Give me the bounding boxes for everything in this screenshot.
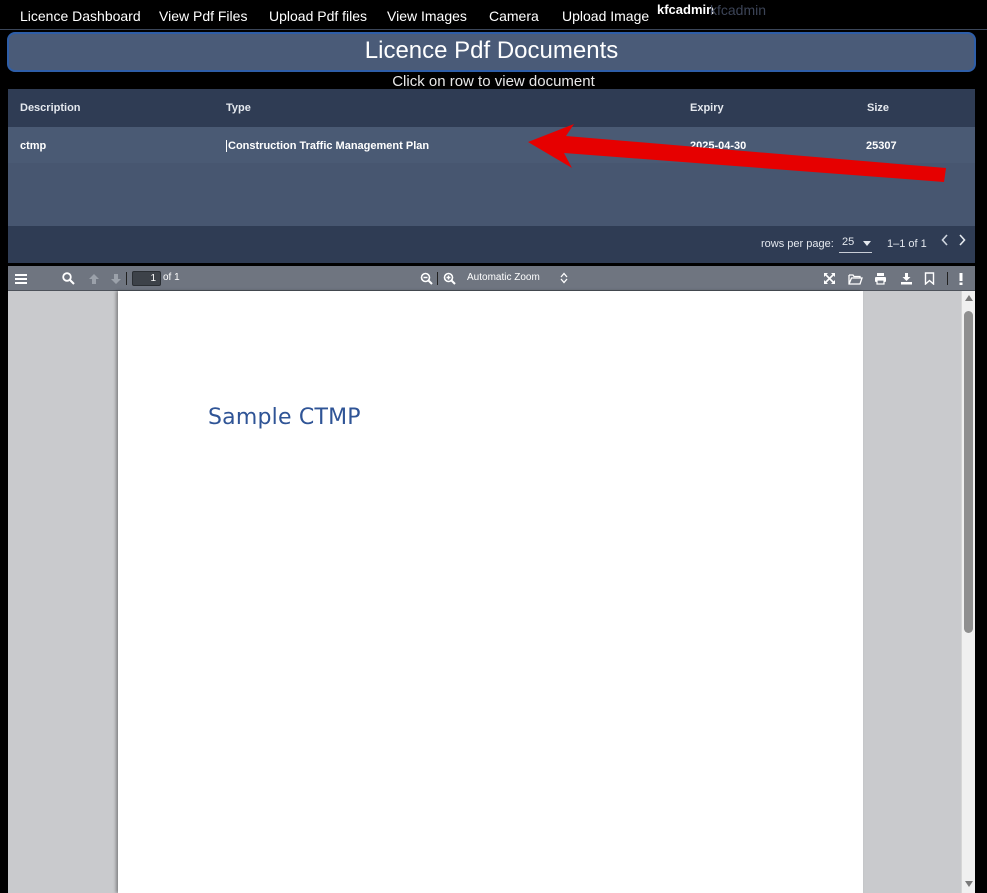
zoom-out-icon[interactable] <box>419 270 433 287</box>
search-icon[interactable] <box>61 270 75 287</box>
zoom-in-icon[interactable] <box>442 270 456 287</box>
download-icon[interactable] <box>899 270 913 287</box>
column-header-description[interactable]: Description <box>20 102 81 114</box>
print-icon[interactable] <box>873 270 887 287</box>
scrollbar-thumb[interactable] <box>964 311 973 633</box>
cell-description: ctmp <box>20 140 47 152</box>
nav-upload-pdf-files[interactable]: Upload Pdf files <box>269 8 367 24</box>
scroll-down-icon[interactable] <box>965 881 973 887</box>
top-nav: Licence Dashboard View Pdf Files Upload … <box>0 0 987 30</box>
next-page-icon[interactable] <box>109 270 123 287</box>
caret-down-icon <box>863 241 871 246</box>
nav-upload-image[interactable]: Upload Image <box>562 8 649 24</box>
column-header-expiry[interactable]: Expiry <box>690 102 724 114</box>
table-pagination: rows per page: 25 1–1 of 1 <box>8 226 975 263</box>
cell-type: Construction Traffic Management Plan <box>226 140 430 152</box>
username: kfcadmin <box>657 2 715 17</box>
pdf-page: Sample CTMP <box>118 291 863 893</box>
rows-per-page-label: rows per page: <box>761 238 834 250</box>
rows-per-page-select[interactable]: 25 <box>839 235 872 253</box>
scroll-up-icon[interactable] <box>965 295 973 301</box>
page-number-input[interactable]: 1 <box>132 271 161 286</box>
nav-camera[interactable]: Camera <box>489 8 539 24</box>
chevron-right-icon[interactable] <box>955 234 969 252</box>
zoom-value: Automatic Zoom <box>467 272 540 283</box>
nav-licence-dashboard[interactable]: Licence Dashboard <box>20 8 141 24</box>
open-file-icon[interactable] <box>847 270 863 287</box>
rows-per-page-value: 25 <box>842 236 855 248</box>
bookmark-icon[interactable] <box>922 270 936 287</box>
presentation-mode-icon[interactable] <box>822 270 836 287</box>
chevron-left-icon[interactable] <box>938 234 952 252</box>
page-title: Licence Pdf Documents <box>364 37 619 64</box>
zoom-select[interactable]: Automatic Zoom <box>460 270 568 287</box>
nav-view-pdf-files[interactable]: View Pdf Files <box>159 8 247 24</box>
toolbar-divider <box>437 272 438 285</box>
page-count-label: of 1 <box>163 272 180 283</box>
select-arrows-icon <box>560 272 568 284</box>
pdf-toolbar: 1 of 1 Automatic Zoom <box>8 266 975 291</box>
column-header-type[interactable]: Type <box>226 102 251 114</box>
username-faded: kfcadmin <box>710 2 767 18</box>
sidebar-toggle-icon[interactable] <box>14 270 28 287</box>
pdf-page-heading: Sample CTMP <box>208 405 361 430</box>
page-subtitle: Click on row to view document <box>392 73 595 90</box>
previous-page-icon[interactable] <box>87 270 101 287</box>
title-banner: Licence Pdf Documents <box>7 32 976 72</box>
pagination-range: 1–1 of 1 <box>887 238 927 250</box>
tools-icon[interactable] <box>956 270 966 287</box>
toolbar-divider <box>947 272 948 285</box>
pdf-viewer-container[interactable]: Sample CTMP <box>8 291 961 893</box>
column-header-size[interactable]: Size <box>867 102 889 114</box>
toolbar-divider <box>126 272 127 285</box>
nav-view-images[interactable]: View Images <box>387 8 467 24</box>
red-arrow-annotation <box>528 124 946 182</box>
pdf-scrollbar[interactable] <box>961 291 975 893</box>
